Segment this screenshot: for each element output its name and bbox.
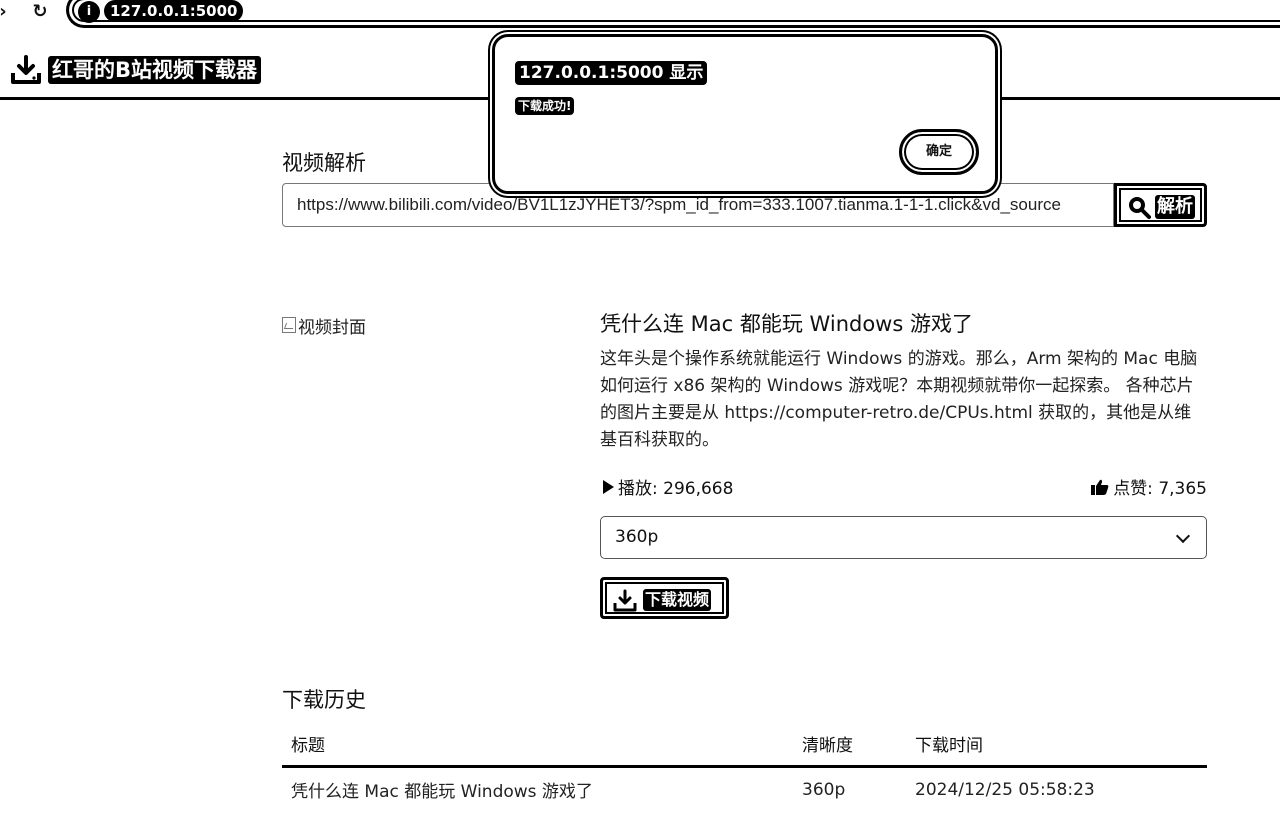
- table-header-row: 标题 清晰度 下载时间: [282, 722, 1207, 768]
- address-url[interactable]: 127.0.0.1:5000: [104, 0, 244, 22]
- address-bar[interactable]: [66, 0, 1280, 28]
- like-count-label: 点赞: 7,365: [1113, 479, 1207, 499]
- thumbs-up-icon: [1091, 479, 1109, 495]
- cover-alt-text: 视频封面: [298, 317, 366, 338]
- play-count: 播放: 296,668: [600, 474, 733, 499]
- column-header-time: 下载时间: [906, 722, 1207, 768]
- alert-dialog: 127.0.0.1:5000 显示 下载成功! 确定: [492, 34, 998, 194]
- like-count: 点赞: 7,365: [1091, 474, 1207, 499]
- app-brand[interactable]: 红哥的B站视频下载器: [48, 56, 262, 84]
- browser-toolbar: › ↻ i 127.0.0.1:5000: [0, 0, 1280, 30]
- download-video-button[interactable]: 下载视频: [600, 577, 729, 619]
- table-row: 凭什么连 Mac 都能玩 Windows 游戏了 360p 2024/12/25…: [282, 766, 1207, 812]
- back-arrow-icon[interactable]: ›: [0, 1, 14, 23]
- history-cell-quality: 360p: [802, 779, 846, 800]
- reload-icon[interactable]: ↻: [29, 1, 51, 23]
- history-cell-time: 2024/12/25 05:58:23: [915, 779, 1095, 800]
- video-description: 这年头是个操作系统就能运行 Windows 的游戏。那么，Arm 架构的 Mac…: [600, 349, 1198, 450]
- parse-heading: 视频解析: [282, 151, 366, 175]
- search-icon: [1129, 197, 1151, 219]
- info-icon[interactable]: i: [78, 1, 100, 23]
- quality-select[interactable]: 360p: [600, 516, 1207, 559]
- play-count-label: 播放: 296,668: [618, 479, 734, 499]
- parse-button[interactable]: 解析: [1114, 183, 1207, 227]
- history-cell-title: 凭什么连 Mac 都能玩 Windows 游戏了: [291, 782, 593, 803]
- column-header-quality: 清晰度: [793, 722, 906, 768]
- play-icon: [603, 479, 614, 494]
- download-icon: [613, 589, 637, 612]
- history-heading: 下载历史: [282, 688, 366, 712]
- history-table: 标题 清晰度 下载时间 凭什么连 Mac 都能玩 Windows 游戏了 360…: [282, 722, 1207, 812]
- chevron-down-icon: [1175, 528, 1191, 544]
- download-button-label: 下载视频: [643, 589, 712, 611]
- video-cover-image: 视频封面: [282, 313, 366, 338]
- dialog-ok-button[interactable]: 确定: [899, 129, 979, 175]
- broken-image-icon: [282, 317, 296, 333]
- column-header-title: 标题: [282, 722, 793, 768]
- download-icon: [11, 55, 41, 84]
- quality-selected-value: 360p: [615, 527, 659, 547]
- dialog-title: 127.0.0.1:5000 显示: [515, 61, 708, 85]
- parse-button-label: 解析: [1155, 195, 1195, 219]
- dialog-message: 下载成功!: [515, 97, 575, 115]
- video-title: 凭什么连 Mac 都能玩 Windows 游戏了: [600, 312, 973, 336]
